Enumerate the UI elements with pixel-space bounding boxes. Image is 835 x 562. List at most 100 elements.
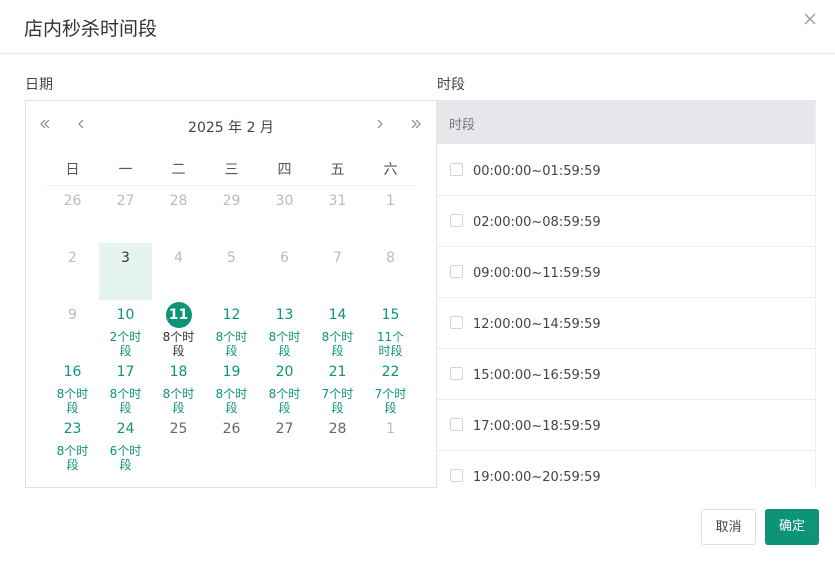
day-number: 18 [169, 364, 188, 380]
slot-checkbox[interactable] [450, 316, 463, 329]
day-slot-count: 2个时段 [109, 330, 142, 358]
calendar-day[interactable]: 18 8个时段 [152, 357, 205, 415]
slot-time-range: 19:00:00~20:59:59 [473, 470, 601, 485]
confirm-button[interactable]: 确定 [765, 509, 819, 545]
weekday-label: 六 [383, 162, 398, 178]
slot-checkbox[interactable] [450, 418, 463, 431]
day-slot-count: 8个时段 [109, 387, 142, 415]
calendar-day: 6 [258, 243, 311, 300]
day-number: 16 [63, 364, 82, 380]
slot-time-range: 15:00:00~16:59:59 [473, 368, 601, 383]
cancel-button[interactable]: 取消 [701, 509, 756, 545]
slot-checkbox[interactable] [450, 163, 463, 176]
slot-table: 时段 00:00:00~01:59:59 02:00:00~08:59:59 09:… [437, 100, 816, 488]
calendar-day: 28 [311, 414, 364, 471]
slot-checkbox[interactable] [450, 265, 463, 278]
day-slot-count: 8个时段 [268, 330, 301, 358]
calendar-day: 1 [364, 186, 417, 243]
day-number: 27 [275, 421, 294, 437]
weekday-label: 二 [171, 162, 186, 178]
calendar-day: 26 [205, 414, 258, 471]
calendar-day: 2 [46, 243, 99, 300]
calendar-day[interactable]: 10 2个时段 [99, 300, 152, 358]
slot-time-range: 09:00:00~11:59:59 [473, 266, 601, 281]
day-number: 20 [275, 364, 294, 380]
day-slot-count: 8个时段 [321, 330, 354, 358]
slot-label: 时段 [437, 77, 465, 93]
slot-checkbox[interactable] [450, 469, 463, 482]
slot-row[interactable]: 09:00:00~11:59:59 [437, 246, 815, 298]
slot-time-range: 02:00:00~08:59:59 [473, 215, 601, 230]
calendar-day[interactable]: 11 8个时段 [152, 300, 205, 358]
calendar-day[interactable]: 13 8个时段 [258, 300, 311, 358]
day-number: 1 [386, 421, 395, 437]
slot-time-range: 12:00:00~14:59:59 [473, 317, 601, 332]
day-number: 10 [116, 307, 135, 323]
day-number: 5 [227, 250, 236, 266]
next-year-icon[interactable] [408, 116, 424, 132]
weekday-label: 四 [277, 162, 292, 178]
calendar-day[interactable]: 17 8个时段 [99, 357, 152, 415]
calendar-day[interactable]: 12 8个时段 [205, 300, 258, 358]
calendar-day[interactable]: 24 6个时段 [99, 414, 152, 472]
slot-row[interactable]: 00:00:00~01:59:59 [437, 144, 815, 196]
calendar-day[interactable]: 16 8个时段 [46, 357, 99, 415]
day-number: 23 [63, 421, 82, 437]
day-number: 11 [165, 302, 192, 328]
slot-checkbox[interactable] [450, 367, 463, 380]
day-number: 27 [116, 193, 135, 209]
calendar-day: 5 [205, 243, 258, 300]
date-calendar: 2025 年 2 月 日一二三四五六 26 27 28 29 30 31 1 2 3 4 5 6 7 8 9… [25, 100, 437, 488]
day-number: 17 [116, 364, 135, 380]
day-number: 24 [116, 421, 135, 437]
weekday-label: 日 [65, 162, 80, 178]
calendar-day[interactable]: 21 7个时段 [311, 357, 364, 415]
slot-row[interactable]: 19:00:00~20:59:59 [437, 450, 815, 488]
slot-checkbox[interactable] [450, 214, 463, 227]
day-slot-count: 6个时段 [109, 444, 142, 472]
calendar-day[interactable]: 19 8个时段 [205, 357, 258, 415]
slot-row[interactable]: 17:00:00~18:59:59 [437, 399, 815, 451]
calendar-day[interactable]: 15 11个时段 [364, 300, 417, 358]
calendar-day: 8 [364, 243, 417, 300]
day-number: 1 [386, 193, 395, 209]
dialog-title: 店内秒杀时间段 [24, 18, 158, 40]
day-number: 6 [280, 250, 289, 266]
day-slot-count: 8个时段 [56, 387, 89, 415]
day-number: 9 [68, 307, 77, 323]
calendar-day: 26 [46, 186, 99, 243]
day-number: 30 [275, 193, 294, 209]
day-number: 7 [333, 250, 342, 266]
calendar-day[interactable]: 22 7个时段 [364, 357, 417, 415]
calendar-day: 1 [364, 414, 417, 471]
next-month-icon[interactable] [372, 116, 388, 132]
day-slot-count: 8个时段 [215, 330, 248, 358]
day-number: 13 [275, 307, 294, 323]
day-number: 31 [328, 193, 347, 209]
date-label: 日期 [25, 77, 53, 93]
calendar-day[interactable]: 14 8个时段 [311, 300, 364, 358]
slot-table-header: 时段 [437, 100, 815, 144]
close-icon[interactable] [801, 10, 819, 28]
slot-row[interactable]: 02:00:00~08:59:59 [437, 195, 815, 247]
calendar-day: 29 [205, 186, 258, 243]
day-slot-count: 8个时段 [162, 387, 195, 415]
calendar-day[interactable]: 23 8个时段 [46, 414, 99, 472]
calendar-day: 3 [99, 243, 152, 300]
slot-column-header: 时段 [449, 118, 476, 133]
day-number: 28 [328, 421, 347, 437]
calendar-day: 27 [258, 414, 311, 471]
calendar-day: 7 [311, 243, 364, 300]
calendar-day: 31 [311, 186, 364, 243]
day-number: 29 [222, 193, 241, 209]
day-number: 26 [63, 193, 82, 209]
day-number: 26 [222, 421, 241, 437]
day-number: 12 [222, 307, 241, 323]
calendar-day[interactable]: 20 8个时段 [258, 357, 311, 415]
day-number: 8 [386, 250, 395, 266]
day-slot-count: 8个时段 [162, 330, 195, 358]
calendar-day: 27 [99, 186, 152, 243]
slot-row[interactable]: 12:00:00~14:59:59 [437, 297, 815, 349]
slot-row[interactable]: 15:00:00~16:59:59 [437, 348, 815, 400]
weekday-label: 五 [330, 162, 345, 178]
